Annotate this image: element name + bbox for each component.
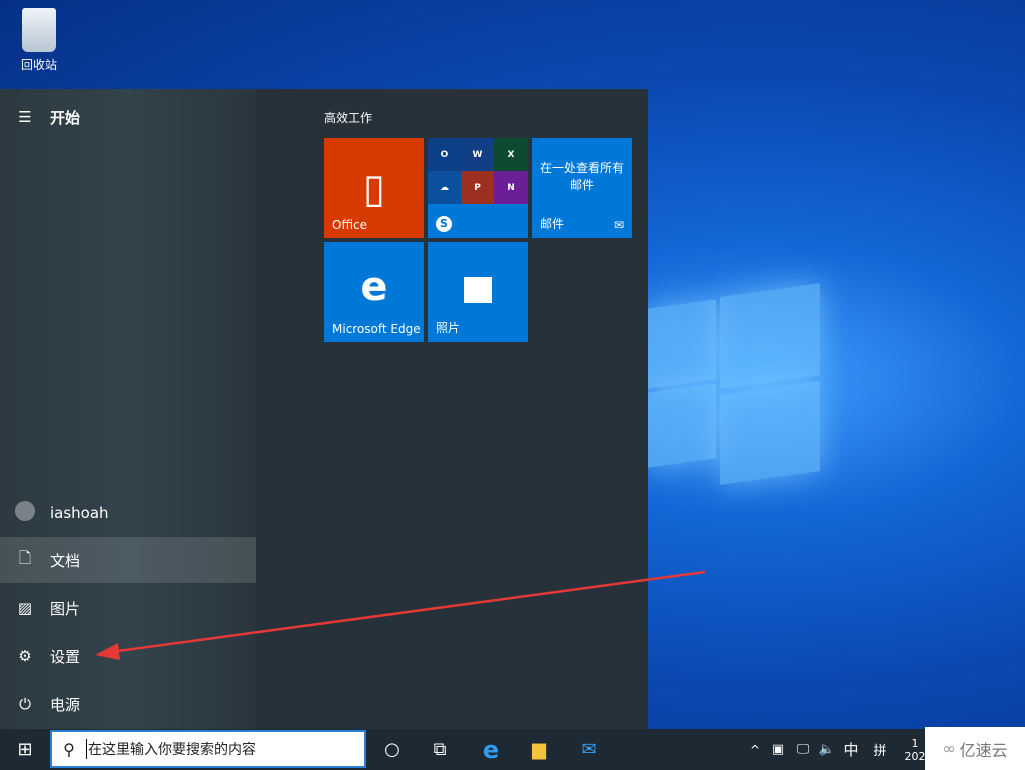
clock-date: 202 <box>904 749 926 763</box>
cloud-logo-icon: ∞ <box>942 739 956 758</box>
task-view-button[interactable]: ⧉ <box>420 729 460 770</box>
taskbar-file-explorer[interactable]: ▆ <box>518 729 560 770</box>
search-box[interactable]: ⚲ 在这里输入你要搜索的内容 <box>50 730 366 768</box>
windows-icon: ⊞ <box>17 739 33 760</box>
red-arrow-annotation <box>95 570 706 660</box>
chevron-up-icon: ^ <box>749 742 761 757</box>
ime-indicator[interactable]: 中 <box>840 729 862 770</box>
show-hidden-icons[interactable]: ^ <box>745 729 765 770</box>
taskbar-mail[interactable]: ✉ <box>568 729 610 770</box>
tray-app-icon[interactable]: ▣ <box>768 729 788 770</box>
taskbar: ⊞ ⚲ 在这里输入你要搜索的内容 ○ ⧉ e ▆ ✉ ^ ▣ 🖵 🔈 中 拼 1… <box>0 729 1025 770</box>
watermark-text: 亿速云 <box>959 740 1008 760</box>
mail-icon: ✉ <box>581 739 597 760</box>
edge-icon: e <box>482 735 500 764</box>
ime-mode[interactable]: 拼 <box>868 729 892 770</box>
clock-time: 1 <box>911 736 919 750</box>
task-view-icon: ⧉ <box>433 739 447 760</box>
cortana-button[interactable]: ○ <box>372 729 412 770</box>
windows-start-button[interactable]: ⊞ <box>0 729 50 770</box>
folder-icon: ▆ <box>532 739 546 760</box>
network-icon[interactable]: 🖵 <box>793 729 813 770</box>
search-placeholder: 在这里输入你要搜索的内容 <box>86 739 256 759</box>
search-icon: ⚲ <box>63 739 75 759</box>
volume-icon[interactable]: 🔈 <box>816 729 838 770</box>
cortana-icon: ○ <box>384 739 400 760</box>
taskbar-edge[interactable]: e <box>470 729 512 770</box>
watermark: ∞ 亿速云 <box>925 727 1025 770</box>
